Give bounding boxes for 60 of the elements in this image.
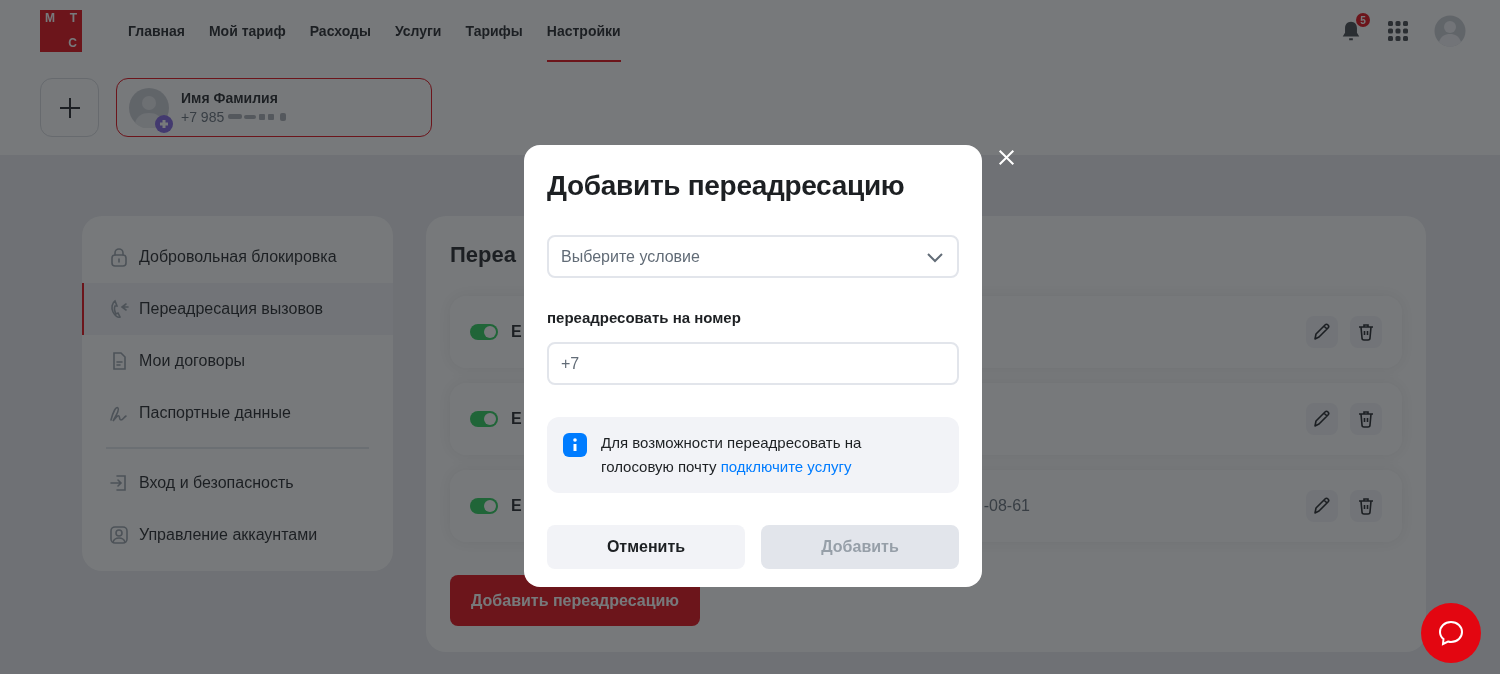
person-card-icon <box>109 525 129 545</box>
sidebar-item[interactable]: Вход и безопасность <box>82 457 393 509</box>
logo-letter: С <box>67 37 77 50</box>
logo[interactable]: М Т С <box>40 10 82 52</box>
bell-icon[interactable] <box>1340 20 1362 42</box>
sidebar-item[interactable]: Добровольная блокировка <box>82 231 393 283</box>
trash-icon <box>1356 322 1376 342</box>
nav-tab[interactable]: Тарифы <box>465 0 523 62</box>
edit-button[interactable] <box>1306 490 1338 522</box>
logo-letter: М <box>45 12 56 25</box>
rule-label: Е <box>511 410 522 428</box>
sidebar-item[interactable]: Мои договоры <box>82 335 393 387</box>
notification-count: 5 <box>1356 13 1370 27</box>
rule-label: Е <box>511 323 522 341</box>
phone-arrow-icon <box>109 299 129 319</box>
plus-icon <box>57 95 82 120</box>
cancel-button[interactable]: Отменить <box>547 525 745 569</box>
pencil-icon <box>1312 322 1332 342</box>
trash-icon <box>1356 496 1376 516</box>
condition-dropdown[interactable]: Выберите условие <box>547 235 959 278</box>
delete-button[interactable] <box>1350 316 1382 348</box>
chat-bubble-icon <box>1437 619 1465 647</box>
connect-service-link[interactable]: подключите услугу <box>720 458 852 475</box>
nav-tab[interactable]: Расходы <box>309 0 371 62</box>
edit-button[interactable] <box>1306 403 1338 435</box>
sign-in-icon <box>109 473 129 493</box>
profile-card[interactable]: Имя Фамилия +7 985 <box>116 78 432 137</box>
logo-letter: Т <box>68 12 77 25</box>
toggle-switch[interactable] <box>470 498 498 514</box>
avatar-icon <box>129 87 169 128</box>
chat-button[interactable] <box>1421 603 1481 663</box>
phone-number: +7 985 <box>181 109 225 125</box>
nav-tab[interactable]: Главная <box>128 0 185 62</box>
rule-label: Е <box>511 497 522 515</box>
sidebar-item[interactable]: Переадресация вызовов <box>82 283 393 335</box>
add-account-button[interactable] <box>40 78 99 137</box>
sidebar-item[interactable]: Паспортные данные <box>82 387 393 439</box>
sidebar-item[interactable]: Управление аккаунтами <box>82 509 393 561</box>
pencil-icon <box>1312 409 1332 429</box>
phone-input-field[interactable]: +7 <box>547 342 959 385</box>
apps-grid-icon[interactable] <box>1388 21 1408 41</box>
info-icon <box>563 433 587 457</box>
delete-button[interactable] <box>1350 490 1382 522</box>
toggle-switch[interactable] <box>470 324 498 340</box>
edit-button[interactable] <box>1306 316 1338 348</box>
pencil-icon <box>1312 496 1332 516</box>
dialog-title: Добавить переадресацию <box>547 169 906 203</box>
field-label: переадресовать на номер <box>547 309 742 326</box>
toggle-switch[interactable] <box>470 411 498 427</box>
nav-tab[interactable]: Услуги <box>394 0 442 62</box>
section-title: Переа <box>450 241 516 269</box>
profile-name: Имя Фамилия <box>181 90 279 106</box>
nav-tab[interactable]: Мой тариф <box>208 0 286 62</box>
info-text: Для возможности переадресовать на голосовую почту подключите услугу <box>601 433 863 477</box>
forward-number: -08-61 <box>983 497 1030 515</box>
plus-badge-icon <box>155 114 173 133</box>
delete-button[interactable] <box>1350 403 1382 435</box>
close-icon[interactable] <box>998 149 1015 166</box>
trash-icon <box>1356 409 1376 429</box>
lock-icon <box>109 247 129 267</box>
